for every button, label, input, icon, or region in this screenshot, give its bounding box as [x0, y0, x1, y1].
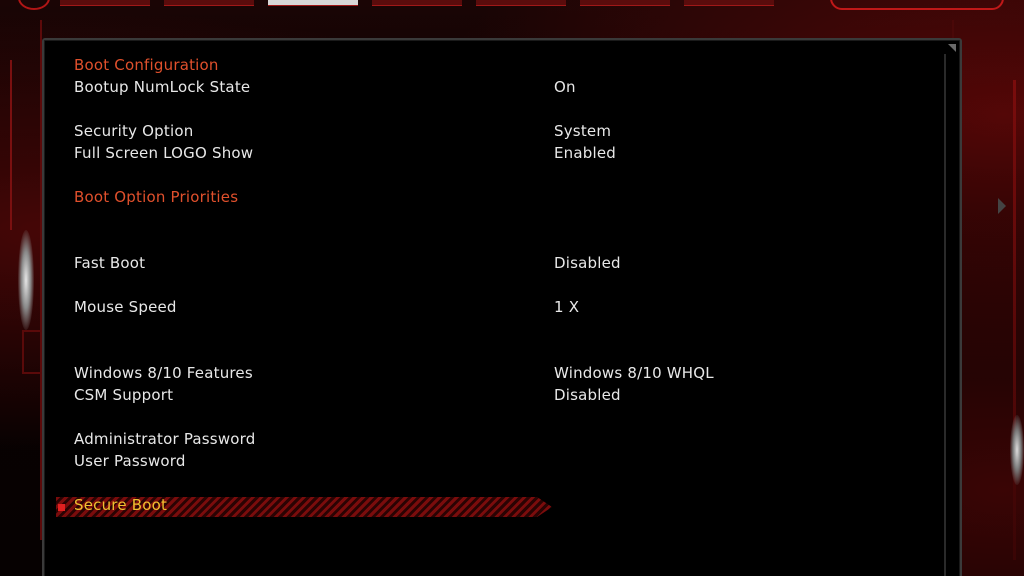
setting-label: Full Screen LOGO Show — [74, 144, 254, 162]
panel-scrollbar[interactable] — [944, 54, 946, 576]
submenu-boot-option-priorities[interactable]: Boot Option Priorities — [74, 186, 924, 208]
setting-windows-features[interactable]: Windows 8/10 Features Windows 8/10 WHQL — [74, 362, 924, 384]
chevron-right-icon[interactable] — [998, 198, 1006, 214]
left-frame-notch — [22, 330, 42, 374]
setting-mouse-speed[interactable]: Mouse Speed 1 X — [74, 296, 924, 318]
tab-4[interactable] — [372, 0, 462, 6]
top-right-ornament — [830, 0, 1004, 10]
setting-label: Administrator Password — [74, 430, 256, 448]
left-side-frame — [0, 20, 42, 540]
setting-label: CSM Support — [74, 386, 174, 404]
setting-value[interactable]: Windows 8/10 WHQL — [554, 362, 714, 384]
bios-screen: Boot Configuration Bootup NumLock State … — [0, 0, 1024, 576]
section-header-label: Boot Configuration — [74, 56, 219, 74]
right-frame-bar — [1013, 80, 1016, 560]
settings-panel: Boot Configuration Bootup NumLock State … — [42, 38, 962, 576]
setting-bootup-numlock-state[interactable]: Bootup NumLock State On — [74, 76, 924, 98]
setting-value[interactable]: Enabled — [554, 142, 616, 164]
setting-value[interactable]: Disabled — [554, 384, 621, 406]
setting-label: Fast Boot — [74, 254, 146, 272]
panel-corner-icon — [948, 44, 956, 52]
tab-7[interactable] — [684, 0, 774, 6]
selection-bullet-icon — [58, 504, 65, 511]
top-tab-strip — [60, 0, 774, 6]
setting-label: Bootup NumLock State — [74, 78, 251, 96]
setting-user-password[interactable]: User Password — [74, 450, 924, 472]
tab-settings-active[interactable] — [268, 0, 358, 6]
left-frame-line — [10, 60, 12, 230]
tab-1[interactable] — [60, 0, 150, 6]
submenu-label: Secure Boot — [74, 496, 168, 514]
right-glow-knob — [1010, 415, 1024, 485]
section-boot-configuration: Boot Configuration — [74, 54, 924, 76]
setting-value[interactable]: System — [554, 120, 611, 142]
setting-value[interactable]: 1 X — [554, 296, 579, 318]
setting-security-option[interactable]: Security Option System — [74, 120, 924, 142]
setting-value[interactable]: On — [554, 76, 576, 98]
tab-6[interactable] — [580, 0, 670, 6]
setting-full-screen-logo-show[interactable]: Full Screen LOGO Show Enabled — [74, 142, 924, 164]
setting-fast-boot[interactable]: Fast Boot Disabled — [74, 252, 924, 274]
submenu-label: Boot Option Priorities — [74, 188, 239, 206]
submenu-secure-boot[interactable]: Secure Boot — [74, 494, 924, 516]
setting-label: User Password — [74, 452, 186, 470]
left-glow-knob — [18, 230, 34, 330]
setting-administrator-password[interactable]: Administrator Password — [74, 428, 924, 450]
tab-2[interactable] — [164, 0, 254, 6]
setting-label: Mouse Speed — [74, 298, 177, 316]
setting-label: Security Option — [74, 122, 194, 140]
tab-5[interactable] — [476, 0, 566, 6]
setting-label: Windows 8/10 Features — [74, 364, 253, 382]
top-left-ornament — [18, 0, 50, 10]
right-side-frame — [952, 20, 1024, 576]
setting-csm-support[interactable]: CSM Support Disabled — [74, 384, 924, 406]
setting-value[interactable]: Disabled — [554, 252, 621, 274]
